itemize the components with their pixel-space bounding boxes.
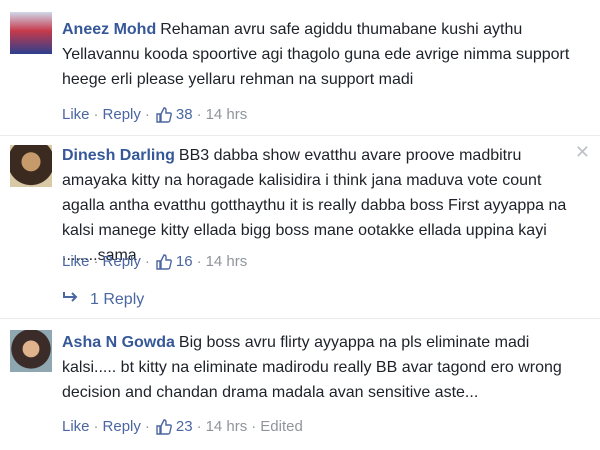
like-count[interactable]: 23: [176, 418, 193, 435]
timestamp[interactable]: 14 hrs: [206, 106, 248, 123]
separator: ·: [196, 253, 202, 270]
divider: [0, 318, 600, 319]
separator: ·: [93, 253, 99, 270]
reply-button[interactable]: Reply: [103, 418, 141, 435]
comment-author[interactable]: Dinesh Darling: [62, 147, 175, 164]
avatar[interactable]: [10, 12, 52, 54]
thumbs-up-icon: [156, 106, 172, 123]
comment-body: Aneez Mohd Rehaman avru safe agiddu thuma…: [62, 17, 587, 92]
separator: ·: [144, 253, 150, 270]
like-button[interactable]: Like: [62, 106, 90, 123]
comment-text: BB3 dabba show evatthu avare proove madb…: [62, 147, 567, 264]
comment-body: Dinesh Darling BB3 dabba show evatthu ava…: [62, 143, 587, 268]
comment-author[interactable]: Aneez Mohd: [62, 21, 156, 38]
separator: ·: [196, 418, 202, 435]
comment-actions: Like · Reply · 38 · 14 hrs: [62, 106, 247, 123]
reply-arrow-icon: [62, 290, 80, 309]
separator: ·: [144, 106, 150, 123]
separator: ·: [93, 106, 99, 123]
comment-actions: Like · Reply · 16 · 14 hrs: [62, 253, 247, 270]
comment-actions: Like · Reply · 23 · 14 hrs · Edited: [62, 418, 303, 435]
view-replies[interactable]: 1 Reply: [62, 290, 144, 309]
like-count[interactable]: 16: [176, 253, 193, 270]
separator: ·: [93, 418, 99, 435]
timestamp[interactable]: 14 hrs: [206, 253, 248, 270]
separator: ·: [251, 418, 257, 435]
thumbs-up-icon: [156, 418, 172, 435]
avatar[interactable]: [10, 145, 52, 187]
like-button[interactable]: Like: [62, 418, 90, 435]
like-button[interactable]: Like: [62, 253, 90, 270]
like-count[interactable]: 38: [176, 106, 193, 123]
comment-author[interactable]: Asha N Gowda: [62, 334, 175, 351]
edited-label: Edited: [260, 418, 303, 435]
comment-body: Asha N Gowda Big boss avru flirty ayyappa…: [62, 330, 587, 405]
separator: ·: [196, 106, 202, 123]
thumbs-up-icon: [156, 253, 172, 270]
divider: [0, 135, 600, 136]
avatar[interactable]: [10, 330, 52, 372]
timestamp[interactable]: 14 hrs: [206, 418, 248, 435]
replies-count[interactable]: 1 Reply: [90, 291, 144, 309]
reply-button[interactable]: Reply: [103, 253, 141, 270]
reply-button[interactable]: Reply: [103, 106, 141, 123]
separator: ·: [144, 418, 150, 435]
